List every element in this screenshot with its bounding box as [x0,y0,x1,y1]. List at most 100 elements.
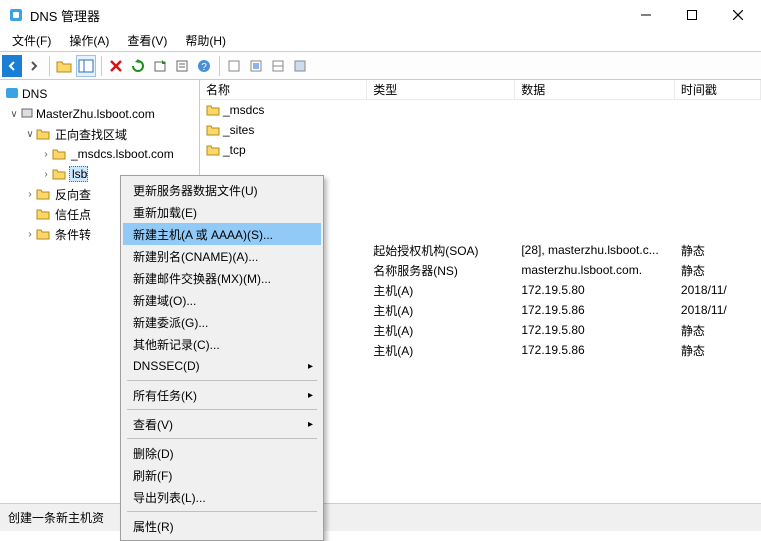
titlebar: DNS 管理器 [0,0,761,30]
record-data: 172.19.5.80 [515,323,675,337]
tree-trust-label: 信任点 [53,206,91,223]
tool-a-button[interactable] [224,55,244,77]
folder-icon [36,128,50,140]
tree-forward-zones[interactable]: ∨ 正向查找区域 [0,124,199,144]
col-data[interactable]: 数据 [515,80,675,99]
refresh-button[interactable] [128,55,148,77]
ctx-new-alias[interactable]: 新建别名(CNAME)(A)... [123,245,321,267]
window-controls [623,0,761,30]
tool-c-button[interactable] [268,55,288,77]
record-type: 起始授权机构(SOA) [367,242,515,259]
record-data: 172.19.5.80 [515,283,675,297]
tree-cond-label: 条件转 [53,226,91,243]
minimize-button[interactable] [623,0,669,30]
folder-label: _tcp [223,143,246,157]
folder-icon [36,208,50,220]
ctx-other-records[interactable]: 其他新记录(C)... [123,333,321,355]
col-name[interactable]: 名称 [200,80,367,99]
zone-icon [52,148,66,160]
close-button[interactable] [715,0,761,30]
folder-button[interactable] [54,55,74,77]
menu-action[interactable]: 操作(A) [65,32,113,49]
ctx-new-host[interactable]: 新建主机(A 或 AAAA)(S)... [123,223,321,245]
expand-icon[interactable]: › [24,229,36,240]
window-title: DNS 管理器 [30,6,623,25]
expand-icon[interactable]: › [24,189,36,200]
statusbar: 创建一条新主机资 [0,503,761,531]
ctx-sep [127,409,317,410]
column-headers: 名称 类型 数据 时间戳 [200,80,761,100]
ctx-sep [127,380,317,381]
export-button[interactable] [150,55,170,77]
ctx-view[interactable]: 查看(V) [123,413,321,435]
props-button[interactable] [172,55,192,77]
pane-button[interactable] [76,55,96,77]
record-data: masterzhu.lsboot.com. [515,263,675,277]
menu-help[interactable]: 帮助(H) [181,32,230,49]
menu-file[interactable]: 文件(F) [8,32,55,49]
tree-server[interactable]: ∨ MasterZhu.lsboot.com [0,104,199,124]
tree-fwd-label: 正向查找区域 [53,126,127,143]
folder-label: _msdcs [223,103,264,117]
record-data: 172.19.5.86 [515,303,675,317]
record-type: 主机(A) [367,342,515,359]
folder-label: _sites [223,123,254,137]
expand-icon[interactable]: ∨ [8,109,20,120]
app-icon [8,7,24,23]
nav-back-button[interactable] [2,55,22,77]
context-menu: 更新服务器数据文件(U) 重新加载(E) 新建主机(A 或 AAAA)(S)..… [120,175,324,541]
tool-b-button[interactable] [246,55,266,77]
tree-root-label: DNS [20,87,47,101]
ctx-delete[interactable]: 删除(D) [123,442,321,464]
folder-icon [206,104,220,116]
folder-icon [206,124,220,136]
ctx-reload[interactable]: 重新加载(E) [123,201,321,223]
server-icon [20,106,34,123]
record-timestamp: 静态 [675,262,761,279]
ctx-update[interactable]: 更新服务器数据文件(U) [123,179,321,201]
menubar: 文件(F) 操作(A) 查看(V) 帮助(H) [0,30,761,52]
tree-rev-label: 反向查 [53,186,91,203]
col-timestamp[interactable]: 时间戳 [675,80,761,99]
tree-msdcs-zone[interactable]: › _msdcs.lsboot.com [0,144,199,164]
folder-row[interactable]: _tcp [200,140,761,160]
tool-d-button[interactable] [290,55,310,77]
svg-text:?: ? [201,62,207,73]
ctx-properties[interactable]: 属性(R) [123,515,321,537]
tree-lsboot-label: lsb [69,166,88,182]
ctx-all-tasks[interactable]: 所有任务(K) [123,384,321,406]
ctx-sep [127,438,317,439]
zone-icon [52,168,66,180]
tree-server-label: MasterZhu.lsboot.com [34,107,155,121]
ctx-dnssec[interactable]: DNSSEC(D) [123,355,321,377]
help-button[interactable]: ? [194,55,214,77]
ctx-export[interactable]: 导出列表(L)... [123,486,321,508]
status-text: 创建一条新主机资 [8,509,104,526]
folder-icon [206,144,220,156]
col-type[interactable]: 类型 [367,80,515,99]
ctx-refresh[interactable]: 刷新(F) [123,464,321,486]
delete-button[interactable] [106,55,126,77]
expand-icon[interactable]: › [40,169,52,180]
folder-row[interactable]: _sites [200,120,761,140]
record-data: 172.19.5.86 [515,343,675,357]
ctx-new-mx[interactable]: 新建邮件交换器(MX)(M)... [123,267,321,289]
ctx-new-domain[interactable]: 新建域(O)... [123,289,321,311]
tree-root[interactable]: DNS [0,84,199,104]
nav-forward-button[interactable] [24,55,44,77]
record-timestamp: 静态 [675,342,761,359]
main-panes: DNS ∨ MasterZhu.lsboot.com ∨ 正向查找区域 › _m… [0,80,761,501]
dns-icon [4,86,20,103]
record-type: 主机(A) [367,322,515,339]
ctx-new-deleg[interactable]: 新建委派(G)... [123,311,321,333]
record-type: 主机(A) [367,302,515,319]
folder-row[interactable]: _msdcs [200,100,761,120]
folder-icon [36,228,50,240]
menu-view[interactable]: 查看(V) [123,32,171,49]
record-timestamp: 静态 [675,322,761,339]
expand-icon[interactable]: ∨ [24,129,36,140]
expand-icon[interactable]: › [40,149,52,160]
maximize-button[interactable] [669,0,715,30]
record-timestamp: 静态 [675,242,761,259]
folder-icon [36,188,50,200]
